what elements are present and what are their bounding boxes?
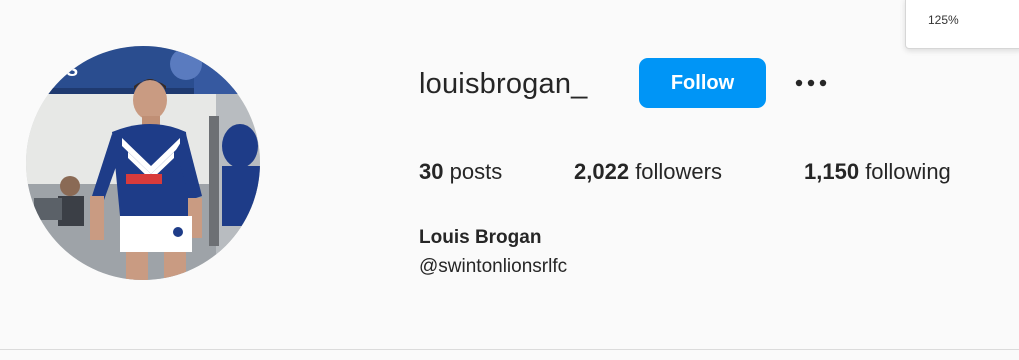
profile-full-name: Louis Brogan bbox=[419, 227, 542, 248]
zoom-popup: 125% bbox=[905, 0, 1019, 49]
posts-stat: 30 posts bbox=[419, 158, 502, 186]
zoom-level-label: 125% bbox=[928, 13, 959, 27]
svg-text:S: S bbox=[66, 60, 78, 80]
profile-username: louisbrogan_ bbox=[419, 68, 588, 100]
avatar-photo: S bbox=[26, 46, 260, 280]
more-options-icon bbox=[795, 79, 827, 87]
following-count: 1,150 bbox=[804, 159, 860, 184]
following-stat[interactable]: 1,150 following bbox=[804, 158, 951, 186]
bio-mention-link[interactable]: @swintonlionsrlfc bbox=[419, 255, 567, 279]
posts-label: posts bbox=[449, 159, 503, 184]
followers-label: followers bbox=[635, 159, 722, 184]
posts-count: 30 bbox=[419, 159, 444, 184]
more-options-button[interactable] bbox=[793, 72, 829, 94]
following-label: following bbox=[865, 159, 951, 184]
follow-button[interactable]: Follow bbox=[639, 58, 766, 108]
profile-avatar[interactable]: S bbox=[26, 46, 260, 280]
followers-stat[interactable]: 2,022 followers bbox=[574, 158, 722, 186]
followers-count: 2,022 bbox=[574, 159, 630, 184]
section-divider bbox=[0, 349, 1019, 350]
